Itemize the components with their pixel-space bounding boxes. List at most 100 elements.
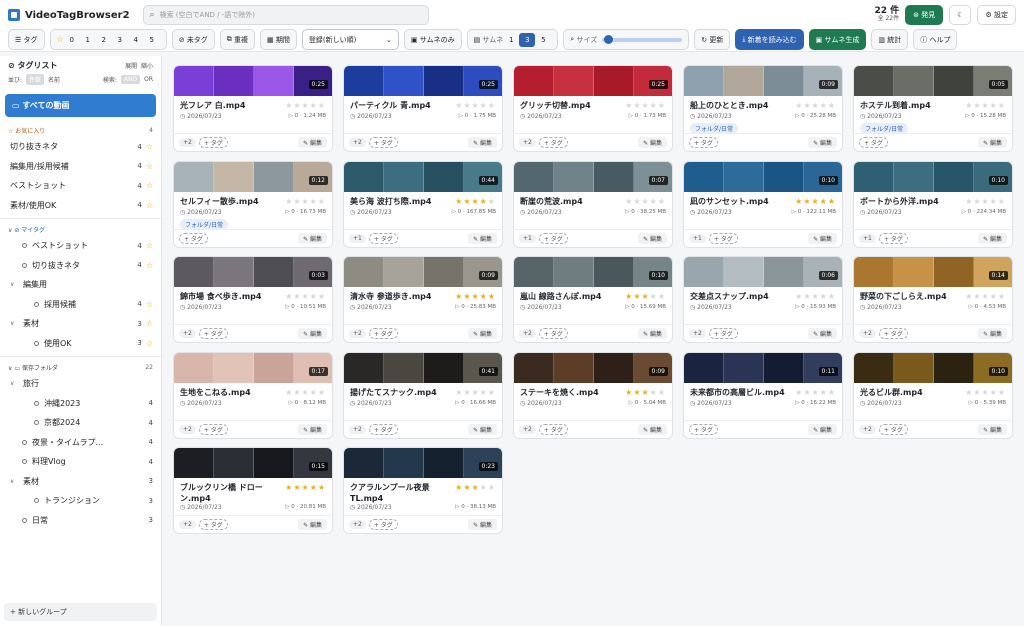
star-icon[interactable]: ★ [811, 388, 819, 397]
add-tag-button[interactable]: + タグ [198, 137, 228, 148]
video-card[interactable]: 0:17 生地をこねる.mp4 ★★★★★ ◷ 2026/07/23 ▷ 0 · 8.1… [173, 351, 333, 439]
star-icon[interactable]: ☆ [146, 181, 153, 190]
star-rating[interactable]: ★★★★★ [625, 197, 666, 206]
mode-or-toggle[interactable]: OR [144, 76, 153, 83]
star-icon[interactable]: ★ [471, 101, 479, 110]
star-icon[interactable]: ☆ [146, 241, 153, 250]
star-icon[interactable]: ★ [318, 483, 326, 492]
folder-item[interactable]: 京都2024 4 [0, 413, 161, 433]
star-rating[interactable]: ★★★★★ [285, 483, 326, 492]
star-icon[interactable]: ★ [480, 483, 488, 492]
video-card[interactable]: 0:23 クアラルンプール夜景TL.mp4 ★★★★★ ◷ 2026/07/23 ▷ 0… [343, 447, 503, 534]
edit-button[interactable]: ✎ 編集 [298, 328, 327, 339]
load-new-button[interactable]: ⤓ 新着を読み込む [735, 29, 804, 50]
edit-button[interactable]: ✎ 編集 [638, 232, 667, 244]
add-tag-button[interactable]: + タグ [689, 423, 718, 435]
new-group-button[interactable]: + 新しいグループ [4, 603, 157, 621]
star-icon[interactable]: ★ [828, 101, 836, 110]
edit-button[interactable]: ✎ 編集 [298, 137, 327, 148]
tag-count-chip[interactable]: +2 [689, 329, 706, 338]
discover-button[interactable]: ⊛ 発見 [905, 5, 944, 25]
star-icon[interactable]: ★ [310, 483, 318, 492]
tag-count-chip[interactable]: +2 [349, 138, 366, 147]
add-tag-button[interactable]: + タグ [198, 519, 228, 530]
star-icon[interactable]: ★ [310, 197, 318, 206]
edit-button[interactable]: ✎ 編集 [808, 232, 837, 244]
video-card[interactable]: 0:25 パーティクル 青.mp4 ★★★★★ ◷ 2026/07/23 ▷ 0 · 1… [343, 65, 503, 152]
edit-button[interactable]: ✎ 編集 [298, 423, 327, 435]
star-icon[interactable]: ★ [480, 101, 488, 110]
star-icon[interactable]: ★ [318, 101, 326, 110]
star-icon[interactable]: ★ [310, 292, 318, 301]
video-card[interactable]: 0:44 美ら海 波打ち際.mp4 ★★★★★ ◷ 2026/07/23 ▷ 0 · 1… [343, 160, 503, 248]
star-icon[interactable]: ★ [820, 292, 828, 301]
tag-count-chip[interactable]: +1 [859, 233, 876, 243]
thumb-count-3[interactable]: 3 [519, 32, 536, 47]
video-card[interactable]: 0:10 嵐山 線路さんぽ.mp4 ★★★★★ ◷ 2026/07/23 ▷ 0 · 1… [513, 256, 673, 343]
add-tag-button[interactable]: + タグ [538, 328, 568, 339]
edit-button[interactable]: ✎ 編集 [978, 232, 1007, 244]
star-rating[interactable]: ★★★★★ [625, 388, 666, 397]
tag-count-chip[interactable]: +2 [179, 520, 196, 529]
star-icon[interactable]: ☆ [146, 201, 153, 210]
star-icon[interactable]: ★ [488, 197, 496, 206]
star-icon[interactable]: ☆ [146, 319, 153, 328]
star-icon[interactable]: ★ [641, 197, 649, 206]
add-tag-button[interactable]: + タグ [689, 137, 718, 148]
star-icon[interactable]: ☆ [146, 162, 153, 171]
tag-count-chip[interactable]: +2 [179, 138, 196, 147]
period-button[interactable]: ▦ 期間 [260, 29, 297, 50]
folder-item[interactable]: ∨ 素材 3 [0, 472, 161, 492]
video-card[interactable]: 0:10 光るビル群.mp4 ★★★★★ ◷ 2026/07/23 ▷ 0 · 5.39… [853, 351, 1013, 439]
collapse-button[interactable]: 縮小 [141, 63, 153, 70]
chevron-down-icon[interactable]: ∨ [10, 320, 18, 327]
star-icon[interactable]: ★ [301, 292, 309, 301]
edit-button[interactable]: ✎ 編集 [298, 519, 327, 530]
folder-item[interactable]: ∨ 旅行 [0, 374, 161, 394]
stats-button[interactable]: ▥ 統計 [871, 29, 909, 50]
chevron-down-icon[interactable]: ∨ [10, 478, 18, 485]
star-icon[interactable]: ★ [981, 388, 989, 397]
star-icon[interactable]: ★ [658, 292, 666, 301]
star-rating[interactable]: ★★★★★ [285, 101, 326, 110]
edit-button[interactable]: ✎ 編集 [468, 519, 497, 530]
rating-3[interactable]: 3 [112, 36, 128, 44]
video-card[interactable]: 0:25 光フレア 白.mp4 ★★★★★ ◷ 2026/07/23 ▷ 0 · 1.2… [173, 65, 333, 152]
star-icon[interactable]: ★ [488, 292, 496, 301]
star-icon[interactable]: ★ [998, 101, 1006, 110]
video-card[interactable]: 0:09 ステーキを焼く.mp4 ★★★★★ ◷ 2026/07/23 ▷ 0 · 5.… [513, 351, 673, 439]
thumb-count-1[interactable]: 1 [503, 36, 519, 44]
expand-button[interactable]: 展開 [125, 63, 137, 70]
star-rating[interactable]: ★★★★★ [965, 292, 1006, 301]
star-icon[interactable]: ★ [658, 101, 666, 110]
video-card[interactable]: 0:06 交差点スナップ.mp4 ★★★★★ ◷ 2026/07/23 ▷ 0 · 15… [683, 256, 843, 343]
star-icon[interactable]: ★ [828, 292, 836, 301]
star-icon[interactable]: ★ [471, 388, 479, 397]
add-tag-button[interactable]: + タグ [859, 137, 888, 148]
star-icon[interactable]: ★ [990, 101, 998, 110]
mytag-item[interactable]: 使用OK 3 ☆ [0, 334, 161, 354]
star-rating[interactable]: ★★★★★ [285, 292, 326, 301]
folder-item[interactable]: 日常 3 [0, 511, 161, 531]
tag-count-chip[interactable]: +2 [859, 424, 876, 434]
add-tag-button[interactable]: + タグ [368, 232, 398, 244]
tag-count-chip[interactable]: +2 [349, 424, 366, 434]
star-icon[interactable]: ★ [650, 388, 658, 397]
video-card[interactable]: 0:03 錦市場 食べ歩き.mp4 ★★★★★ ◷ 2026/07/23 ▷ 0 · 1… [173, 256, 333, 343]
add-tag-button[interactable]: + タグ [708, 232, 738, 244]
duplicate-button[interactable]: ⧉ 重複 [219, 29, 256, 50]
video-card[interactable]: 0:15 ブルックリン橋 ドローン.mp4 ★★★★★ ◷ 2026/07/23 ▷ 0… [173, 447, 333, 534]
star-icon[interactable]: ★ [998, 388, 1006, 397]
video-card[interactable]: 0:14 野菜の下ごしらえ.mp4 ★★★★★ ◷ 2026/07/23 ▷ 0 · 4… [853, 256, 1013, 343]
star-icon[interactable]: ★ [488, 483, 496, 492]
star-icon[interactable]: ★ [650, 101, 658, 110]
rating-4[interactable]: 4 [128, 36, 144, 44]
star-icon[interactable]: ★ [650, 292, 658, 301]
tag-count-chip[interactable]: +1 [349, 233, 366, 243]
star-icon[interactable]: ★ [828, 197, 836, 206]
star-rating[interactable]: ★★★★★ [795, 388, 836, 397]
add-tag-button[interactable]: + タグ [708, 328, 738, 339]
search-input[interactable]: ⌕ 検索 (空白でAND / -語で除外) [142, 5, 429, 25]
star-rating[interactable]: ★★★★★ [285, 197, 326, 206]
size-slider[interactable]: ⌕ サイズ [563, 29, 690, 50]
